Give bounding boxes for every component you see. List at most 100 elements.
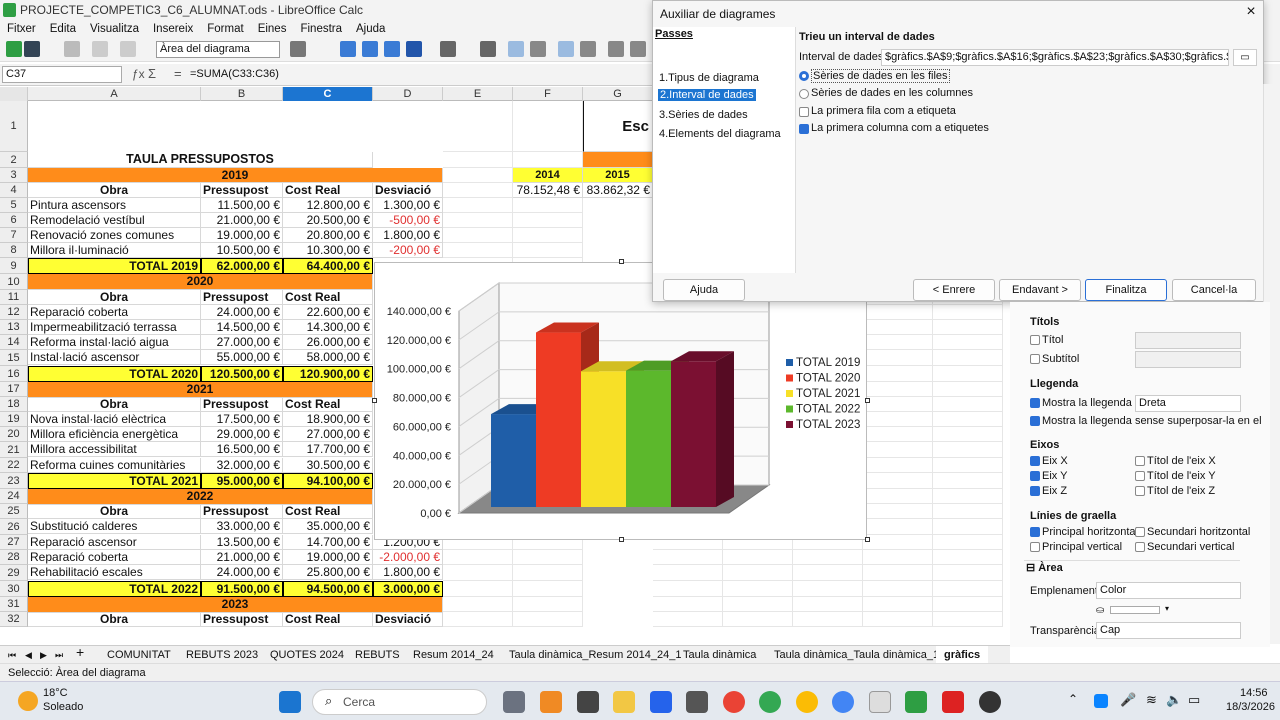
task-view-icon[interactable]	[503, 691, 525, 713]
legend-label[interactable]: TOTAL 2021	[796, 388, 860, 400]
step-2-active[interactable]: 2.Interval de dades	[658, 89, 756, 101]
chrome-icon[interactable]	[723, 691, 745, 713]
grid-cell[interactable]	[443, 152, 513, 168]
grid-cell[interactable]	[513, 198, 583, 213]
row-header[interactable]: 12	[0, 305, 28, 320]
chart-area-icon[interactable]	[384, 41, 400, 57]
table-cell[interactable]: Pintura ascensors	[28, 198, 201, 213]
grid-cell[interactable]	[443, 183, 513, 198]
horizontal-grid-icon[interactable]	[558, 41, 574, 57]
chrome-icon[interactable]	[796, 691, 818, 713]
table-cell[interactable]: 26.000,00 €	[283, 335, 373, 350]
grid-cell[interactable]	[513, 213, 583, 228]
legend-nooverlap-checkbox[interactable]	[1030, 416, 1040, 426]
grid-cell[interactable]	[513, 228, 583, 243]
grid-cell[interactable]	[513, 597, 583, 612]
chart-bar[interactable]	[536, 332, 581, 507]
resize-handle[interactable]	[372, 398, 377, 403]
format-selection-icon[interactable]	[290, 41, 306, 57]
grid-cell[interactable]	[933, 565, 1003, 581]
year-row-2021[interactable]: 2021	[28, 382, 373, 398]
y-tick-label[interactable]: 120.000,00 €	[387, 335, 451, 347]
total-2022-label[interactable]: TOTAL 2022	[28, 581, 201, 597]
first-row-label[interactable]: La primera fila com a etiqueta	[811, 105, 956, 117]
redo-icon[interactable]	[120, 41, 136, 57]
grid-cell[interactable]	[863, 442, 933, 458]
chart-bar-side[interactable]	[716, 351, 734, 507]
grid-cell[interactable]	[443, 597, 513, 612]
data-ranges-icon[interactable]	[630, 41, 646, 57]
radio-rows-label[interactable]: Sèries de dades en les files	[811, 69, 950, 83]
col-header-obra[interactable]: Obra	[28, 397, 201, 412]
table-cell[interactable]: 12.800,00 €	[283, 198, 373, 213]
year-value-2015[interactable]: 83.862,32 €	[583, 183, 653, 198]
grid-cell[interactable]	[793, 612, 863, 627]
grid-cell[interactable]	[933, 382, 1003, 397]
total-2019-cost[interactable]: 64.400,00 €	[283, 258, 373, 274]
total-2021-pressupost[interactable]: 95.000,00 €	[201, 473, 283, 489]
grid-cell[interactable]	[863, 535, 933, 550]
title-input[interactable]	[1135, 332, 1241, 349]
table-cell[interactable]: 1.800,00 €	[373, 228, 443, 243]
grid-cell[interactable]	[863, 489, 933, 504]
menu-insereix[interactable]: Insereix	[146, 20, 200, 38]
row-header[interactable]: 28	[0, 550, 28, 565]
axis-y-label[interactable]: Eix Y	[1042, 469, 1067, 483]
windows-start-icon[interactable]	[279, 691, 301, 713]
transparency-select[interactable]: Cap	[1096, 622, 1241, 639]
add-sheet-icon[interactable]: +	[76, 645, 84, 659]
row-header[interactable]: 13	[0, 320, 28, 335]
total-2020-label[interactable]: TOTAL 2020	[28, 366, 201, 382]
total-2022-cost[interactable]: 94.500,00 €	[283, 581, 373, 597]
first-column-label[interactable]: La primera columna com a etiquetes	[811, 122, 989, 134]
table-cell[interactable]: 58.000,00 €	[283, 350, 373, 365]
row-header[interactable]: 27	[0, 535, 28, 550]
grid-cell[interactable]	[513, 612, 583, 627]
table-cell[interactable]: 32.000,00 €	[201, 458, 283, 473]
menu-visualitza[interactable]: Visualitza	[83, 20, 146, 38]
grid-cell[interactable]	[793, 597, 863, 612]
column-header-d[interactable]: D	[373, 87, 443, 101]
axis-z-checkbox[interactable]	[1030, 486, 1040, 496]
row-header[interactable]: 7	[0, 228, 28, 243]
grid-cell[interactable]	[793, 565, 863, 581]
grid-cell[interactable]	[513, 581, 583, 597]
legend-swatch[interactable]	[786, 359, 793, 366]
col-header-pressupost[interactable]: Pressupost	[201, 504, 283, 519]
sheet-tab[interactable]: COMUNITAT	[107, 648, 171, 662]
resize-handle[interactable]	[865, 537, 870, 542]
grid-cell[interactable]	[513, 101, 583, 152]
total-2021-cost[interactable]: 94.100,00 €	[283, 473, 373, 489]
grid-cell[interactable]	[863, 366, 933, 382]
row-header[interactable]: 30	[0, 581, 28, 597]
grid-cell[interactable]	[863, 397, 933, 412]
table-cell[interactable]: 13.500,00 €	[201, 535, 283, 550]
axis-x-title-checkbox[interactable]	[1135, 456, 1145, 466]
grid-cell[interactable]	[933, 412, 1003, 427]
file-explorer-icon[interactable]	[613, 691, 635, 713]
radio-rows-checked[interactable]	[799, 71, 809, 81]
grid-cell[interactable]	[443, 168, 513, 183]
legend-swatch[interactable]	[786, 390, 793, 397]
table-cell[interactable]: Reparació ascensor	[28, 535, 201, 550]
col-header-obra[interactable]: Obra	[28, 183, 201, 198]
legend-swatch[interactable]	[786, 421, 793, 428]
row-header[interactable]: 8	[0, 243, 28, 258]
print-icon[interactable]	[64, 41, 80, 57]
grid-minor-h-label[interactable]: Secundari horitzontal	[1147, 525, 1250, 539]
table-cell[interactable]: 20.500,00 €	[283, 213, 373, 228]
table-cell[interactable]: Instal·lació ascensor	[28, 350, 201, 365]
grid-cell[interactable]	[933, 397, 1003, 412]
grid-cell[interactable]	[723, 612, 793, 627]
document-icon[interactable]	[869, 691, 891, 713]
table-cell[interactable]: 11.500,00 €	[201, 198, 283, 213]
table-cell[interactable]: -500,00 €	[373, 213, 443, 228]
column-header-a[interactable]: A	[28, 87, 201, 101]
grid-cell[interactable]	[863, 320, 933, 335]
data-table-icon[interactable]	[608, 41, 624, 57]
step-3[interactable]: 3.Sèries de dades	[659, 109, 748, 121]
undo-icon[interactable]	[92, 41, 108, 57]
chart-element-select[interactable]: Àrea del diagrama	[156, 41, 280, 58]
table-cell[interactable]: Reforma cuines comunitàries	[28, 458, 201, 473]
table-cell[interactable]: 10.300,00 €	[283, 243, 373, 258]
